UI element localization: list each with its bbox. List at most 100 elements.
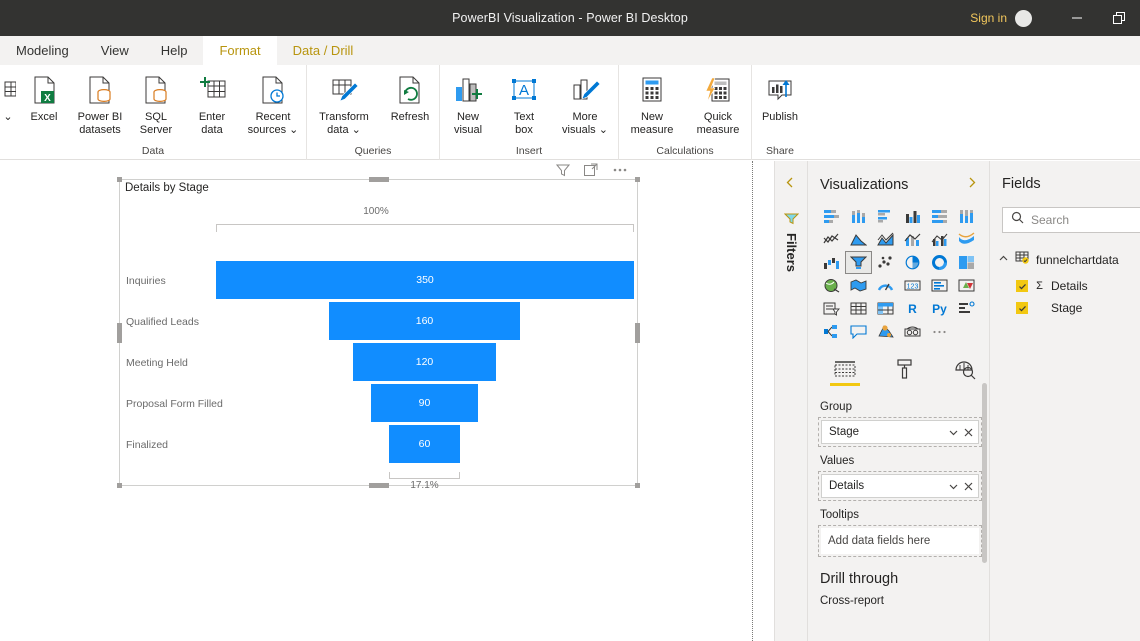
viz-clustered-bar-chart[interactable]	[872, 205, 899, 228]
viz-scatter-chart[interactable]	[872, 251, 899, 274]
tab-data-drill[interactable]: Data / Drill	[277, 36, 370, 65]
field-chip-stage[interactable]: Stage	[821, 420, 979, 444]
well-values[interactable]: Details	[818, 471, 982, 501]
viz-area-chart[interactable]	[845, 228, 872, 251]
format-tab[interactable]	[888, 354, 922, 384]
viz-line-chart[interactable]	[818, 228, 845, 251]
viz-arcgis-maps-visual[interactable]	[872, 320, 899, 343]
viz-pie-chart[interactable]	[899, 251, 926, 274]
tab-view[interactable]: View	[85, 36, 145, 65]
account-avatar[interactable]	[1015, 9, 1032, 27]
remove-field-icon[interactable]	[963, 427, 974, 438]
viz-multi-row-card-visual[interactable]	[926, 274, 953, 297]
viz-treemap-chart[interactable]	[953, 251, 980, 274]
sign-in-button[interactable]: Sign in	[970, 11, 1007, 25]
funnel-bar-meeting-held[interactable]: 120	[353, 343, 496, 381]
viz-kpi-visual[interactable]	[953, 274, 980, 297]
tab-modeling[interactable]: Modeling	[0, 36, 85, 65]
well-label-group: Group	[820, 401, 852, 413]
viz-matrix-visual[interactable]	[872, 297, 899, 320]
ribbon-item-excel[interactable]: X Excel	[16, 65, 72, 124]
field-item-stage[interactable]: Stage	[998, 297, 1140, 319]
field-item-details[interactable]: Σ Details	[998, 275, 1140, 297]
viz-100-stacked-column-chart[interactable]	[953, 205, 980, 228]
viz-ribbon-chart[interactable]	[953, 228, 980, 251]
viz-donut-chart[interactable]	[926, 251, 953, 274]
viz-filled-map-visual[interactable]	[845, 274, 872, 297]
ribbon-item-text-box[interactable]: A Text box	[496, 65, 552, 136]
ribbon-item-powerbi-datasets[interactable]: Power BI datasets	[72, 65, 128, 136]
visualizations-pane-scrollbar[interactable]	[982, 383, 987, 563]
viz-key-influencers-visual[interactable]	[953, 297, 980, 320]
funnel-bar-inquiries[interactable]: 350	[216, 261, 634, 299]
search-input[interactable]: Search	[1002, 207, 1140, 233]
fields-tab[interactable]	[828, 354, 862, 386]
viz-gauge-visual[interactable]	[872, 274, 899, 297]
recent-sources-icon	[259, 72, 287, 108]
resize-handle-top-left[interactable]	[117, 177, 122, 182]
viz-more-visuals-ellipsis[interactable]	[926, 320, 953, 343]
funnel-bar-proposal-form-filled[interactable]: 90	[371, 384, 478, 422]
ribbon-item-get-data[interactable]: ⌄	[0, 65, 16, 124]
filter-icon[interactable]	[556, 163, 570, 177]
more-options-icon[interactable]	[612, 163, 628, 177]
well-placeholder: Add data fields here	[821, 528, 979, 554]
ribbon-item-transform-data[interactable]: Transform data ⌄	[307, 65, 381, 136]
resize-handle-top-right[interactable]	[635, 177, 640, 182]
viz-stacked-bar-chart[interactable]	[818, 205, 845, 228]
focus-mode-icon[interactable]	[584, 163, 598, 177]
fields-table-label: funnelchartdata	[1036, 253, 1119, 267]
viz-clustered-column-chart[interactable]	[899, 205, 926, 228]
well-group[interactable]: Stage	[818, 417, 982, 447]
viz-decomposition-tree-visual[interactable]	[818, 320, 845, 343]
ribbon-item-publish[interactable]: Publish	[752, 65, 808, 124]
ribbon-item-new-visual[interactable]: New visual	[440, 65, 496, 136]
viz-card-visual[interactable]: 123	[899, 274, 926, 297]
viz-map-visual[interactable]	[818, 274, 845, 297]
ribbon-item-more-visuals[interactable]: More visuals ⌄	[552, 65, 618, 136]
chevron-down-icon[interactable]	[948, 481, 959, 492]
viz-python-visual[interactable]: Py	[926, 297, 953, 320]
viz-table-visual[interactable]	[845, 297, 872, 320]
funnel-bar-finalized[interactable]: 60	[389, 425, 460, 463]
ribbon-item-quick-measure[interactable]: Quick measure	[685, 65, 751, 136]
ribbon-item-refresh[interactable]: Refresh	[381, 65, 439, 124]
remove-field-icon[interactable]	[963, 481, 974, 492]
funnel-bar-qualified-leads[interactable]: 160	[329, 302, 520, 340]
tab-help[interactable]: Help	[145, 36, 204, 65]
resize-handle-top[interactable]	[368, 177, 389, 182]
ribbon-item-recent-sources[interactable]: Recent sources ⌄	[240, 65, 306, 136]
ribbon-item-enter-data[interactable]: Enter data	[184, 65, 240, 136]
viz-stacked-column-chart[interactable]	[845, 205, 872, 228]
viz-line-clustered-column-chart[interactable]	[926, 228, 953, 251]
viz-slicer-visual[interactable]	[818, 297, 845, 320]
ribbon-item-sql-server[interactable]: SQL Server	[128, 65, 184, 136]
tab-format[interactable]: Format	[203, 36, 277, 65]
filters-pane-collapsed[interactable]: Filters	[774, 161, 808, 641]
well-tooltips[interactable]: Add data fields here	[818, 525, 982, 557]
field-chip-details[interactable]: Details	[821, 474, 979, 498]
viz-100-stacked-bar-chart[interactable]	[926, 205, 953, 228]
restore-icon[interactable]	[1098, 0, 1140, 36]
minimize-icon[interactable]	[1056, 0, 1098, 36]
new-measure-icon	[638, 72, 666, 108]
viz-line-stacked-column-chart[interactable]	[899, 228, 926, 251]
viz-waterfall-chart[interactable]	[818, 251, 845, 274]
viz-funnel-chart[interactable]	[845, 251, 872, 274]
fields-table-funnelchartdata[interactable]: funnelchartdata	[998, 249, 1140, 271]
ribbon-item-label: Text box	[513, 111, 535, 136]
viz-r-script-visual[interactable]: R	[899, 297, 926, 320]
field-checkbox[interactable]	[1016, 302, 1028, 314]
field-checkbox[interactable]	[1016, 280, 1028, 292]
viz-q-and-a-visual[interactable]	[845, 320, 872, 343]
chevron-right-icon[interactable]	[966, 176, 979, 194]
ribbon-item-new-measure[interactable]: New measure	[619, 65, 685, 136]
chevron-up-icon[interactable]	[998, 251, 1009, 269]
chevron-left-icon[interactable]	[784, 176, 797, 194]
chevron-down-icon[interactable]	[948, 427, 959, 438]
analytics-tab[interactable]	[948, 354, 982, 384]
viz-stacked-area-chart[interactable]	[872, 228, 899, 251]
filter-funnel-icon[interactable]	[783, 211, 800, 231]
viz-paginated-report-visual[interactable]	[899, 320, 926, 343]
funnel-chart-visual[interactable]: Details by Stage 100% Inquiries 350 Qual…	[117, 177, 640, 491]
